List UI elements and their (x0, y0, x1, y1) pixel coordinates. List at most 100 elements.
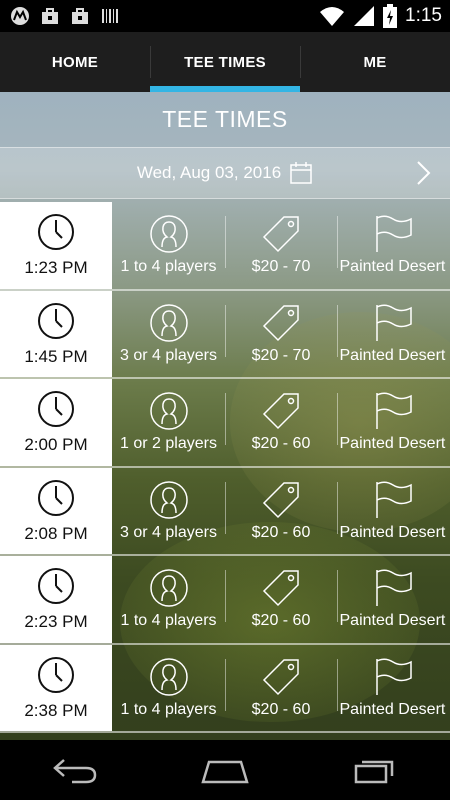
chevron-right-icon[interactable] (416, 160, 432, 186)
tee-time-row[interactable]: 1:45 PM 3 or 4 players $20 - 70 Painted … (0, 290, 450, 379)
course-label: Painted Desert (339, 612, 446, 630)
tee-time-row[interactable]: 1:23 PM 1 to 4 players $20 - 70 Painted … (0, 202, 450, 291)
tee-time-row[interactable]: 2:23 PM 1 to 4 players $20 - 60 Painted … (0, 556, 450, 645)
price-tag-icon (262, 393, 299, 430)
signal-icon (354, 6, 375, 26)
tee-time: 2:08 PM (24, 523, 88, 543)
price-label: $20 - 60 (251, 700, 311, 718)
players-label: 1 to 4 players (120, 700, 217, 718)
price-cell: $20 - 70 (225, 291, 337, 378)
clock-icon (38, 479, 74, 516)
price-label: $20 - 60 (251, 435, 311, 453)
time-cell[interactable]: 2:23 PM (0, 556, 112, 643)
clock-icon (38, 302, 74, 339)
players-label: 1 to 4 players (120, 258, 217, 276)
time-cell[interactable]: 1:23 PM (0, 202, 112, 289)
tee-time: 2:38 PM (24, 700, 88, 720)
players-label: 1 to 4 players (120, 612, 217, 630)
person-icon (149, 658, 188, 696)
course-label: Painted Desert (339, 700, 446, 718)
tee-time: 1:45 PM (24, 346, 88, 366)
person-icon (149, 569, 188, 607)
clock: 1:15 (405, 5, 442, 26)
tee-time-list: 1:23 PM 1 to 4 players $20 - 70 Painted … (0, 202, 450, 733)
flag-icon (375, 658, 412, 695)
top-tabs: HOME TEE TIMES ME (0, 32, 450, 92)
recents-button[interactable] (335, 746, 415, 794)
flag-icon (375, 304, 412, 341)
content-area: TEE TIMES Wed, Aug 03, 2016 1:23 PM 1 to… (0, 92, 450, 740)
tee-time-row[interactable]: 2:08 PM 3 or 4 players $20 - 60 Painted … (0, 467, 450, 556)
price-tag-icon (262, 305, 299, 341)
course-label: Painted Desert (339, 346, 446, 364)
time-cell[interactable]: 2:08 PM (0, 467, 112, 554)
tab-me[interactable]: ME (300, 32, 450, 92)
course-cell: Painted Desert (337, 645, 450, 732)
tab-home[interactable]: HOME (0, 32, 150, 92)
tee-time: 2:00 PM (24, 435, 88, 455)
time-cell[interactable]: 2:38 PM (0, 644, 112, 731)
course-cell: Painted Desert (337, 556, 450, 643)
players-label: 1 or 2 players (120, 435, 217, 453)
price-label: $20 - 60 (251, 612, 311, 630)
price-cell: $20 - 60 (225, 645, 337, 732)
players-cell: 3 or 4 players (112, 468, 225, 555)
clock-icon (38, 391, 74, 428)
date-selector[interactable]: Wed, Aug 03, 2016 (0, 147, 450, 199)
course-cell: Painted Desert (337, 468, 450, 555)
players-cell: 1 to 4 players (112, 556, 225, 643)
course-cell: Painted Desert (337, 202, 450, 289)
players-cell: 1 to 4 players (112, 202, 225, 289)
person-icon (149, 215, 188, 253)
motorola-icon (11, 7, 29, 25)
flag-icon (375, 569, 412, 607)
home-button[interactable] (185, 746, 265, 794)
time-cell[interactable]: 1:45 PM (0, 290, 112, 377)
time-cell[interactable]: 2:00 PM (0, 379, 112, 466)
wifi-icon (320, 7, 345, 26)
tee-time-row[interactable]: 2:38 PM 1 to 4 players $20 - 60 Painted … (0, 644, 450, 733)
flag-icon (375, 481, 412, 518)
tab-tee-times[interactable]: TEE TIMES (150, 32, 300, 92)
back-button[interactable] (35, 746, 115, 794)
calendar-icon[interactable] (289, 161, 313, 185)
players-label: 3 or 4 players (120, 346, 217, 364)
battery-charging-icon (383, 4, 398, 28)
price-cell: $20 - 60 (225, 379, 337, 466)
price-label: $20 - 70 (251, 258, 311, 276)
tee-time: 2:23 PM (24, 612, 88, 632)
status-bar: 1:15 (0, 0, 450, 32)
date-label[interactable]: Wed, Aug 03, 2016 (137, 163, 281, 183)
course-cell: Painted Desert (337, 379, 450, 466)
price-tag-icon (262, 216, 299, 253)
clock-icon (38, 568, 74, 605)
flag-icon (375, 392, 412, 430)
price-tag-icon (262, 482, 299, 518)
flag-icon (375, 215, 412, 253)
price-label: $20 - 70 (251, 346, 311, 364)
briefcase-icon (72, 8, 88, 24)
price-cell: $20 - 60 (225, 556, 337, 643)
clock-icon (38, 214, 74, 251)
person-icon (149, 392, 188, 430)
person-icon (149, 481, 188, 519)
home-icon (201, 760, 249, 784)
price-tag-icon (262, 659, 299, 695)
course-label: Painted Desert (339, 258, 446, 276)
course-label: Painted Desert (339, 523, 446, 541)
course-cell: Painted Desert (337, 291, 450, 378)
page-title: TEE TIMES (162, 106, 288, 132)
price-label: $20 - 60 (251, 523, 311, 541)
barcode-icon (102, 9, 118, 23)
players-cell: 1 or 2 players (112, 379, 225, 466)
price-tag-icon (262, 570, 299, 607)
briefcase-icon (42, 8, 58, 24)
tee-time: 1:23 PM (24, 258, 88, 278)
tee-time-row[interactable]: 2:00 PM 1 or 2 players $20 - 60 Painted … (0, 379, 450, 468)
back-icon (53, 759, 97, 784)
price-cell: $20 - 60 (225, 468, 337, 555)
players-cell: 1 to 4 players (112, 645, 225, 732)
system-nav-bar (0, 740, 450, 800)
person-icon (149, 304, 188, 342)
course-label: Painted Desert (339, 435, 446, 453)
